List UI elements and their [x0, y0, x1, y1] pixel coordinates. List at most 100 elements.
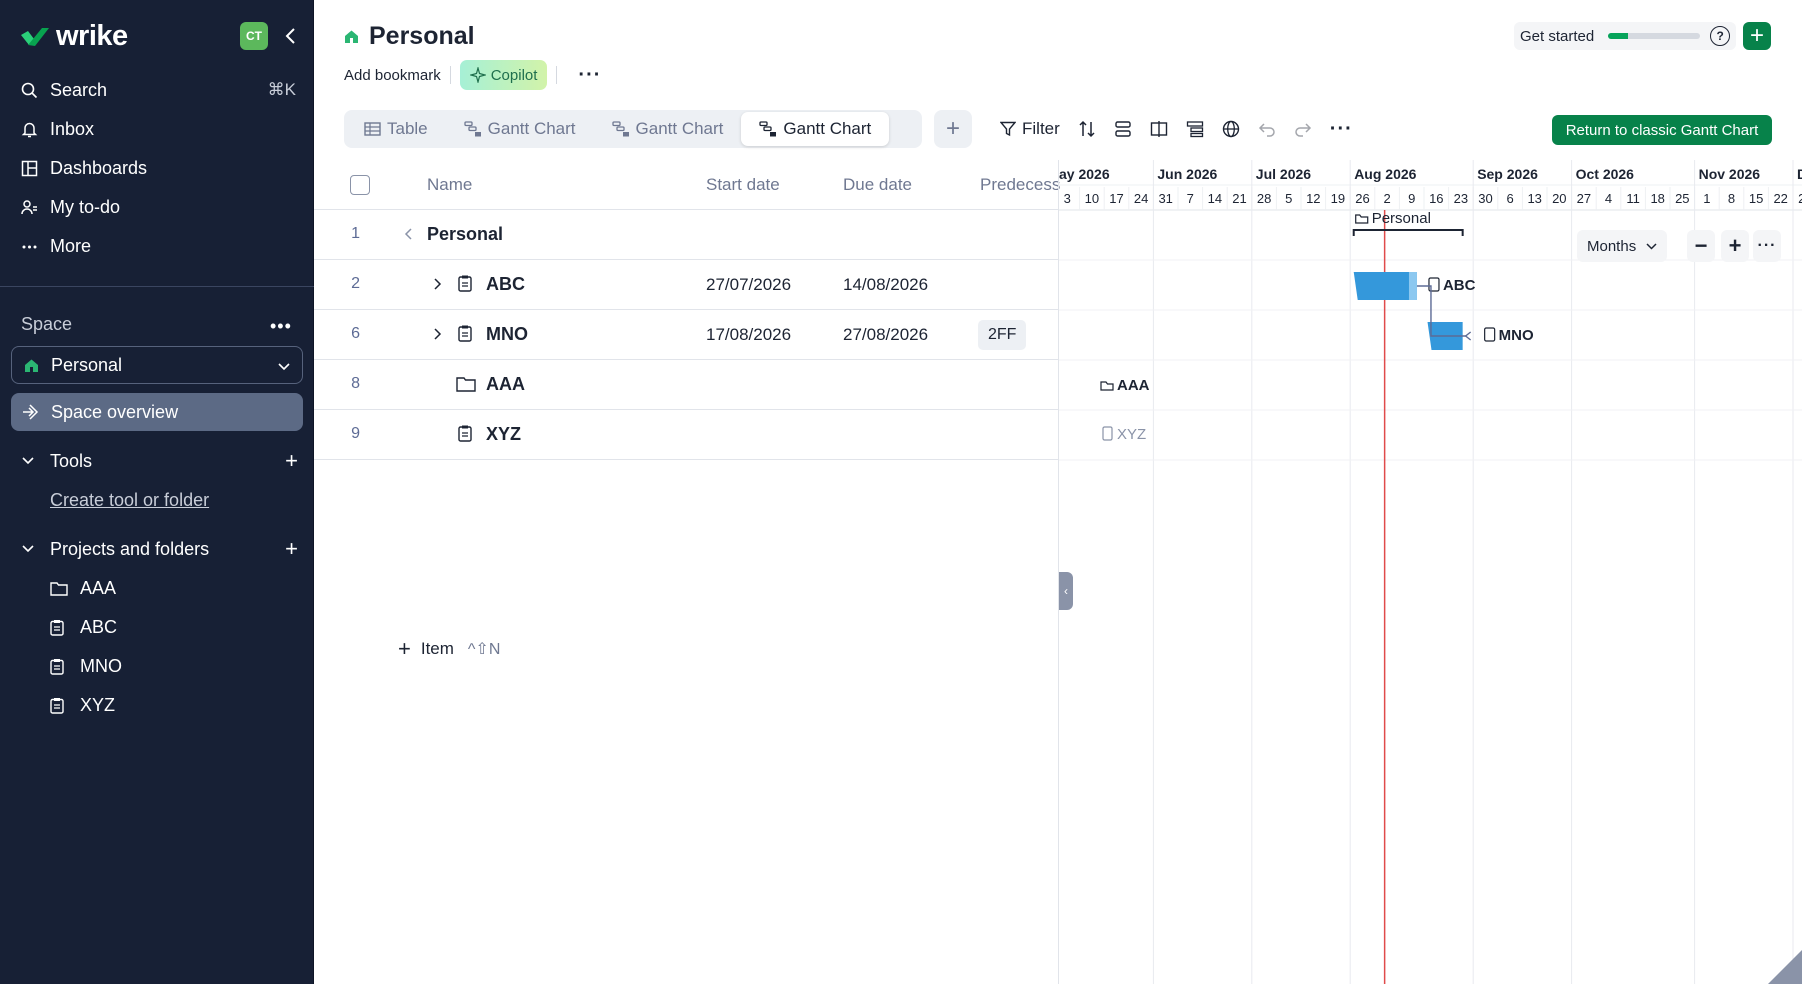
- zoom-out-button[interactable]: −: [1687, 230, 1715, 262]
- week-tick-label: 26: [1355, 191, 1369, 206]
- zoom-in-button[interactable]: +: [1721, 230, 1749, 262]
- page-title: Personal: [369, 22, 475, 50]
- tab-table[interactable]: Table: [346, 112, 446, 146]
- timescale-dropdown[interactable]: Months: [1577, 230, 1668, 262]
- column-start-date[interactable]: Start date: [706, 175, 780, 195]
- month-label: Jun 2026: [1157, 166, 1217, 182]
- tab-gantt-chart-2[interactable]: Gantt Chart: [594, 112, 742, 146]
- sidebar-item-xyz[interactable]: XYZ: [50, 691, 290, 719]
- folder-icon: [50, 581, 68, 596]
- column-due-date[interactable]: Due date: [843, 175, 912, 195]
- more-icon[interactable]: ···: [1330, 118, 1353, 141]
- space-more-button[interactable]: •••: [270, 316, 292, 337]
- get-started-label: Get started: [1520, 27, 1595, 45]
- sidebar-item-aaa[interactable]: AAA: [50, 574, 290, 602]
- table-row[interactable]: 6 MNO 17/08/2026 27/08/2026 2FF: [314, 310, 1058, 360]
- more-icon: [20, 237, 38, 255]
- return-classic-gantt-button[interactable]: Return to classic Gantt Chart: [1552, 115, 1772, 145]
- row-due-date[interactable]: 27/08/2026: [843, 325, 928, 345]
- sidebar-item-abc[interactable]: ABC: [50, 613, 290, 641]
- row-name[interactable]: Personal: [427, 224, 503, 245]
- create-tool-link[interactable]: Create tool or folder: [50, 490, 209, 511]
- row-number: 8: [351, 375, 360, 392]
- week-tick-label: 13: [1527, 191, 1541, 206]
- column-predecessors[interactable]: Predecess: [980, 175, 1060, 195]
- projects-section[interactable]: Projects and folders +: [22, 535, 298, 563]
- nav-label: Search: [50, 79, 108, 100]
- row-name[interactable]: MNO: [486, 324, 528, 345]
- nav-inbox[interactable]: Inbox: [20, 114, 296, 144]
- nav-my-todo[interactable]: My to-do: [20, 192, 296, 222]
- help-icon[interactable]: ?: [1710, 26, 1731, 46]
- add-view-button[interactable]: +: [934, 110, 972, 148]
- tab-gantt-chart-3[interactable]: Gantt Chart: [741, 112, 890, 146]
- nav-dashboards[interactable]: Dashboards: [20, 153, 296, 183]
- row-predecessor-badge[interactable]: 2FF: [978, 320, 1027, 350]
- select-all-checkbox[interactable]: [350, 175, 370, 195]
- project-icon: [1484, 327, 1496, 342]
- gantt-more-button[interactable]: ···: [1753, 230, 1781, 262]
- column-name[interactable]: Name: [427, 175, 472, 195]
- tools-section[interactable]: Tools +: [22, 447, 298, 475]
- add-tool-button[interactable]: +: [285, 448, 298, 474]
- table-row[interactable]: 9 XYZ: [314, 410, 1058, 460]
- week-tick-label: 28: [1257, 191, 1271, 206]
- add-item-button[interactable]: + Item ^⇧N: [398, 636, 500, 662]
- add-bookmark-button[interactable]: Add bookmark: [344, 67, 441, 84]
- tab-label: Table: [387, 119, 428, 138]
- home-icon: [24, 358, 39, 373]
- resize-corner[interactable]: [1768, 950, 1802, 984]
- gantt-bar-label: XYZ: [1117, 426, 1146, 443]
- globe-icon[interactable]: [1222, 120, 1240, 138]
- wrike-logo[interactable]: wrike: [20, 20, 128, 53]
- row-number: 6: [351, 325, 360, 342]
- expand-icon[interactable]: [432, 327, 442, 341]
- get-started-widget[interactable]: Get started ?: [1514, 22, 1737, 50]
- table-row[interactable]: 2 ABC 27/07/2026 14/08/2026: [314, 260, 1058, 310]
- nav-more[interactable]: More: [20, 231, 296, 261]
- bell-icon: [20, 120, 38, 138]
- row-name[interactable]: AAA: [486, 374, 525, 395]
- nav-search[interactable]: Search ⌘K: [20, 75, 296, 105]
- expand-icon[interactable]: [432, 277, 442, 291]
- week-tick-label: 23: [1454, 191, 1468, 206]
- row-start-date[interactable]: 27/07/2026: [706, 275, 791, 295]
- table-row[interactable]: 1 Personal: [314, 210, 1058, 260]
- copilot-button[interactable]: Copilot: [459, 60, 548, 90]
- chevron-down-icon: [22, 457, 38, 465]
- tab-gantt-chart-1[interactable]: Gantt Chart: [446, 112, 594, 146]
- avatar[interactable]: CT: [240, 22, 268, 50]
- undo-icon[interactable]: [1258, 121, 1276, 137]
- row-due-date[interactable]: 14/08/2026: [843, 275, 928, 295]
- group-icon[interactable]: [1114, 120, 1132, 138]
- more-options-button[interactable]: ···: [578, 64, 601, 87]
- space-selector[interactable]: Personal: [11, 346, 303, 384]
- collapse-sidebar-button[interactable]: [278, 24, 302, 48]
- row-name[interactable]: XYZ: [486, 424, 521, 445]
- create-new-button[interactable]: +: [1743, 22, 1771, 50]
- sidebar-item-mno[interactable]: MNO: [50, 652, 290, 680]
- row-name[interactable]: ABC: [486, 274, 525, 295]
- columns-icon[interactable]: [1150, 120, 1168, 138]
- filter-button[interactable]: Filter: [1000, 119, 1060, 139]
- space-overview-link[interactable]: Space overview: [11, 393, 303, 431]
- panel-splitter-handle[interactable]: ‹: [1059, 572, 1073, 610]
- gantt-canvas[interactable]: 3 10 17 24 31 7 14 21 28 5 12 19 26 2 9 16 23 30 6 13 20 27 4 1…: [1059, 160, 1802, 984]
- week-tick-label: 24: [1134, 191, 1148, 206]
- row-start-date[interactable]: 17/08/2026: [706, 325, 791, 345]
- table-row[interactable]: 8 AAA: [314, 360, 1058, 410]
- add-project-button[interactable]: +: [285, 536, 298, 562]
- wrike-check-icon: [21, 27, 49, 46]
- nav-label: My to-do: [50, 196, 121, 217]
- redo-icon[interactable]: [1294, 121, 1312, 137]
- sort-icon[interactable]: [1078, 120, 1096, 138]
- sparkle-icon: [469, 67, 486, 83]
- week-tick-label: 8: [1728, 191, 1735, 206]
- gantt-lock-icon: [759, 121, 777, 137]
- folder-icon: [456, 376, 476, 392]
- gantt-timeline[interactable]: 3 10 17 24 31 7 14 21 28 5 12 19 26 2 9 16 23 30 6 13 20 27 4 1…: [1058, 160, 1802, 984]
- collapse-icon[interactable]: [404, 227, 414, 241]
- dependency-arrow: [1464, 331, 1472, 341]
- hierarchy-icon[interactable]: [1186, 120, 1204, 138]
- space-selected: Personal: [51, 354, 123, 375]
